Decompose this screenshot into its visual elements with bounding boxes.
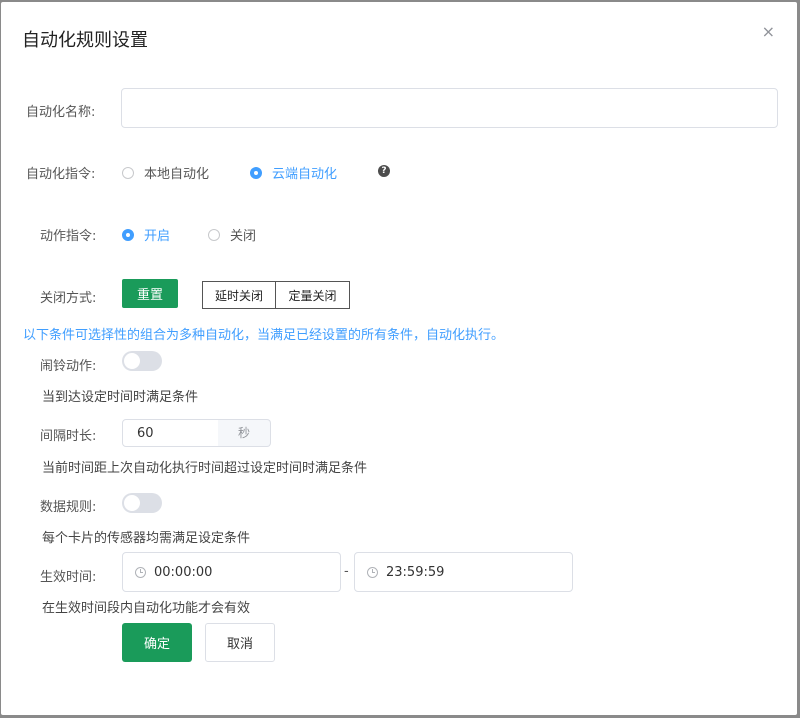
- radio-action-off[interactable]: 关闭: [208, 225, 256, 244]
- alarm-note: 当到达设定时间时满足条件: [42, 390, 199, 405]
- radio-local-automation[interactable]: 本地自动化: [122, 163, 209, 182]
- data-rule-note: 每个卡片的传感器均需满足设定条件: [42, 531, 251, 546]
- automation-rule-dialog: 自动化规则设置 × 自动化名称: 自动化指令: 本地自动化 云端自动化 ? 动作…: [1, 2, 797, 715]
- alarm-label: 闹铃动作:: [40, 359, 97, 374]
- end-time-picker[interactable]: [354, 552, 573, 592]
- dialog-title: 自动化规则设置: [22, 30, 148, 51]
- name-label: 自动化名称:: [26, 105, 96, 120]
- radio-dot: [122, 228, 134, 241]
- radio-label: 本地自动化: [144, 167, 210, 182]
- action-label: 动作指令:: [40, 229, 97, 244]
- close-mode-label: 关闭方式:: [40, 291, 97, 306]
- start-time-picker[interactable]: [122, 552, 341, 592]
- effective-time-label: 生效时间:: [40, 570, 97, 585]
- radio-label: 开启: [144, 229, 171, 244]
- radio-label: 关闭: [230, 229, 257, 244]
- radio-dot: [250, 166, 262, 179]
- cancel-button[interactable]: 取消: [205, 623, 275, 662]
- interval-input[interactable]: [122, 419, 219, 447]
- toggle-knob: [124, 495, 140, 511]
- clock-icon: [367, 566, 378, 578]
- interval-note: 当前时间距上次自动化执行时间超过设定时间时满足条件: [42, 461, 368, 476]
- end-time-input[interactable]: [386, 564, 546, 580]
- effective-time-note: 在生效时间段内自动化功能才会有效: [42, 601, 251, 616]
- data-rule-label: 数据规则:: [40, 500, 97, 515]
- interval-label: 间隔时长:: [40, 429, 97, 444]
- toggle-knob: [124, 353, 140, 369]
- automation-name-input[interactable]: [121, 88, 778, 128]
- command-label: 自动化指令:: [26, 167, 96, 182]
- close-icon[interactable]: ×: [762, 22, 775, 41]
- delay-close-button[interactable]: 延时关闭: [202, 281, 276, 309]
- radio-dot: [122, 166, 134, 179]
- radio-cloud-automation[interactable]: 云端自动化: [250, 163, 337, 182]
- help-icon[interactable]: ?: [378, 165, 390, 177]
- confirm-button[interactable]: 确定: [122, 623, 192, 662]
- reset-button[interactable]: 重置: [122, 279, 178, 308]
- interval-unit: 秒: [218, 419, 271, 447]
- clock-icon: [135, 566, 146, 578]
- quantity-close-button[interactable]: 定量关闭: [275, 281, 350, 309]
- radio-action-on[interactable]: 开启: [122, 225, 170, 244]
- time-range-separator: -: [344, 564, 349, 579]
- radio-label: 云端自动化: [272, 167, 338, 182]
- start-time-input[interactable]: [154, 564, 314, 580]
- alarm-toggle[interactable]: [122, 351, 162, 371]
- conditions-info-text: 以下条件可选择性的组合为多种自动化，当满足已经设置的所有条件，自动化执行。: [23, 328, 505, 343]
- radio-dot: [208, 228, 220, 241]
- data-rule-toggle[interactable]: [122, 493, 162, 513]
